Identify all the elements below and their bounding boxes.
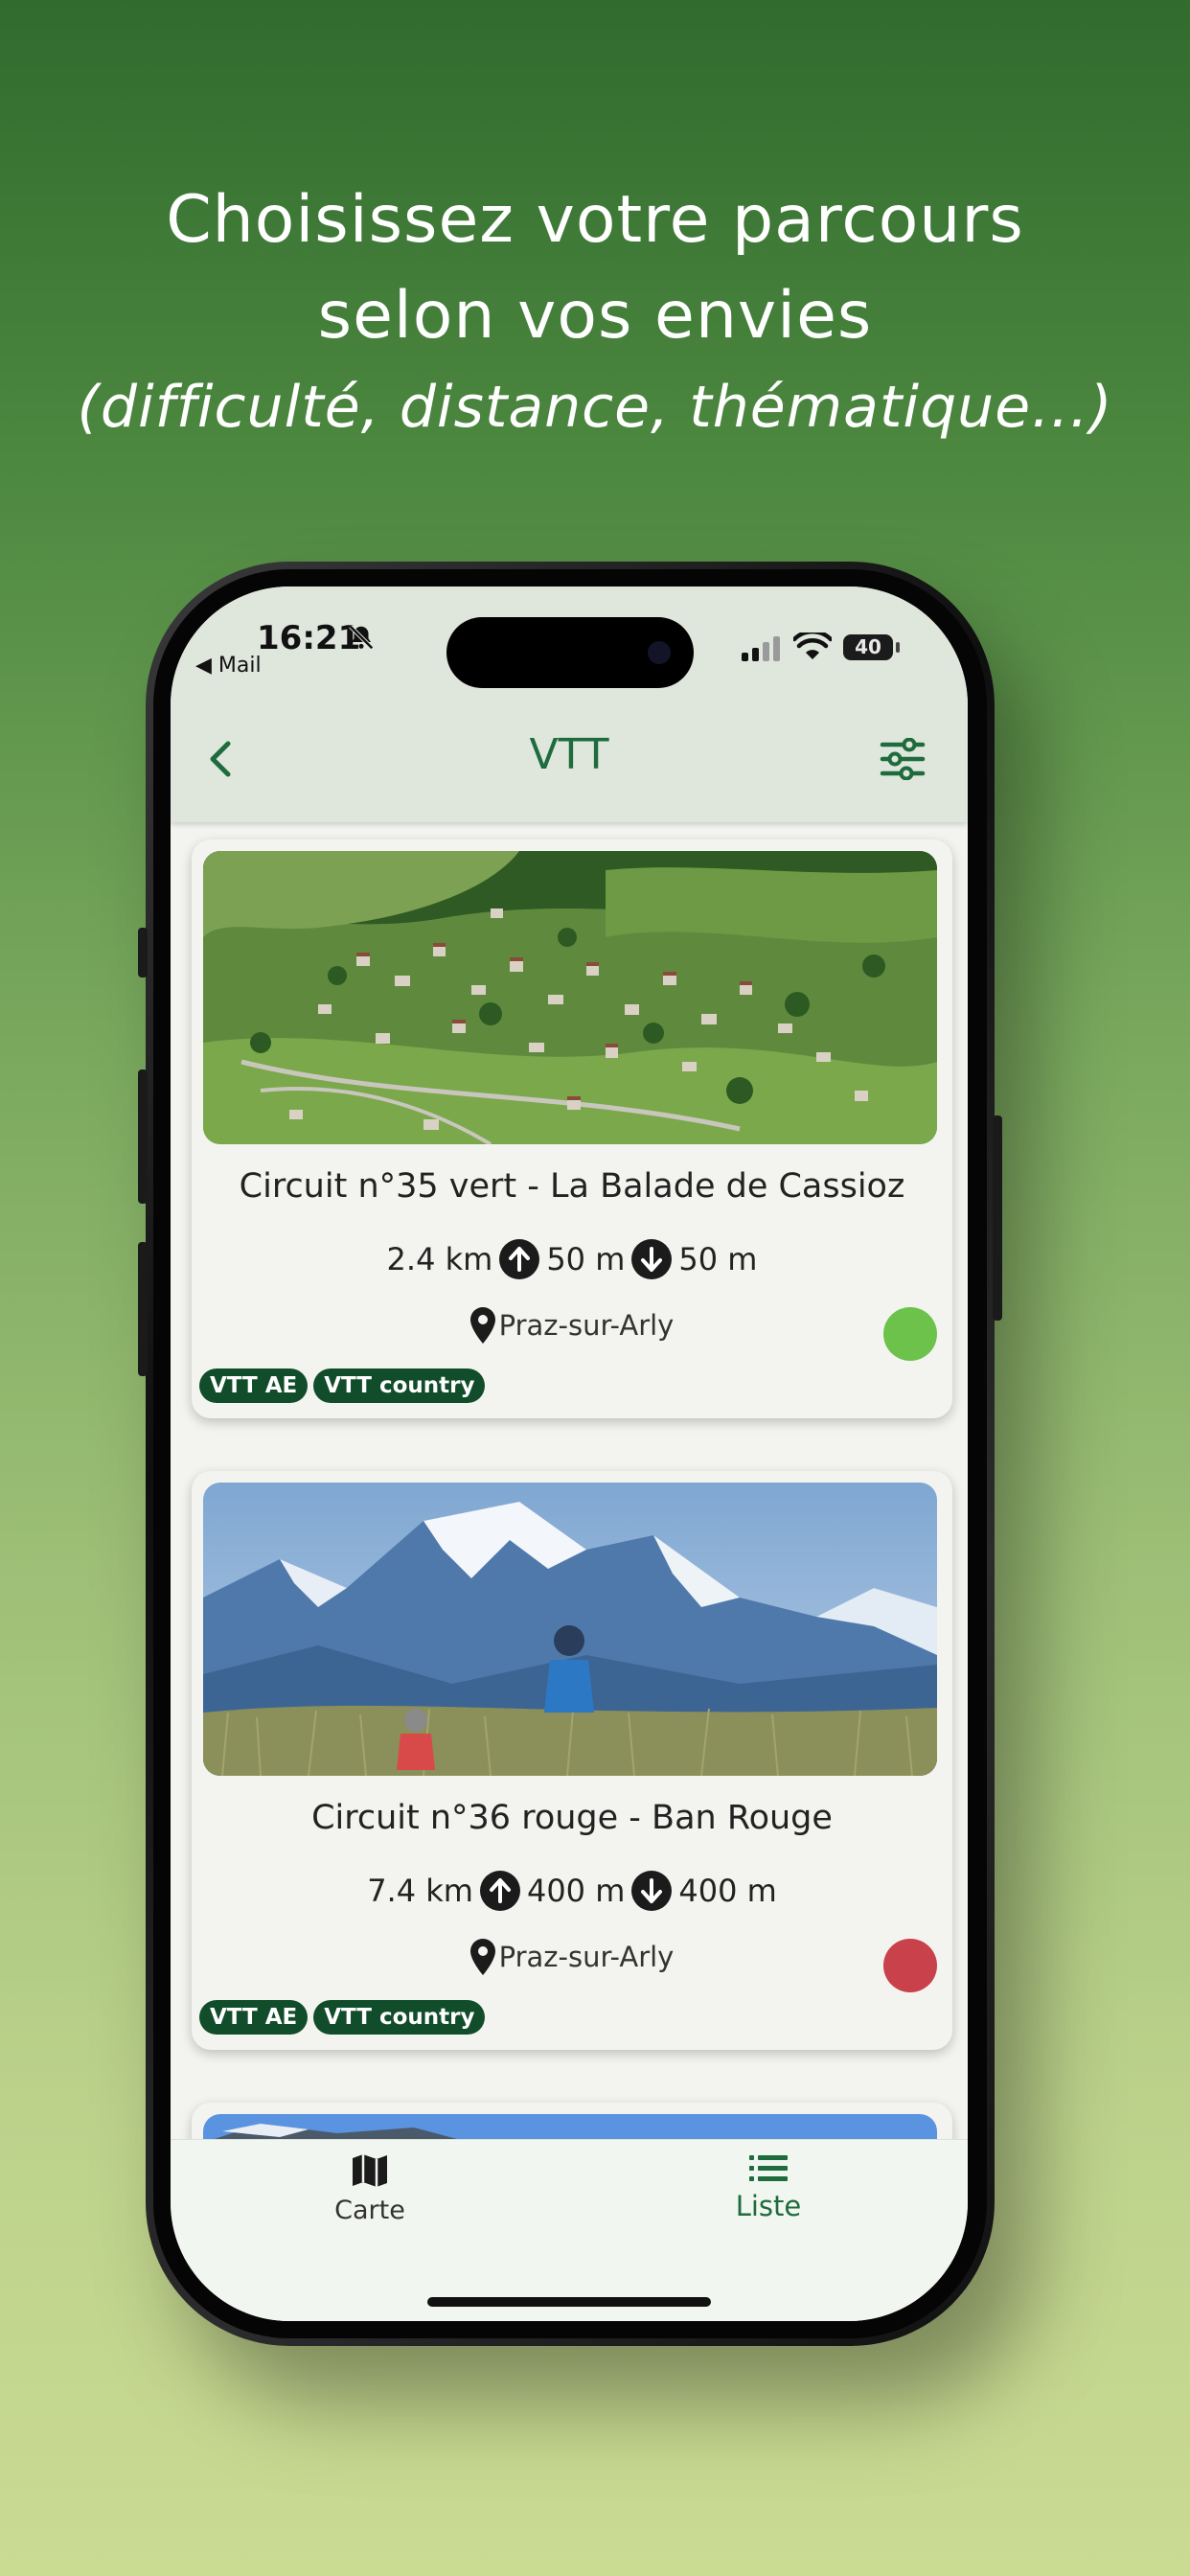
route-tags: VTT AE VTT country (199, 2000, 486, 2035)
phone-volume-down-button (138, 1242, 148, 1376)
route-stats: 7.4 km 400 m 400 m (192, 1870, 952, 1912)
route-photo-village (203, 851, 937, 1144)
route-ascent: 400 m (526, 1873, 626, 1909)
promo-headline-subtitle: (difficulté, distance, thématique…) (77, 374, 1113, 441)
app-header: 16:21 ◀ Mail 40 VTT (171, 586, 968, 822)
ascent-arrow-up-icon (499, 1239, 540, 1279)
route-photo-mountain-biker (203, 1483, 937, 1776)
promo-headline-line1: Choisissez votre parcours (166, 182, 1024, 258)
descent-arrow-down-icon (631, 1239, 673, 1279)
tab-liste-label: Liste (735, 2190, 802, 2222)
battery-tip (896, 642, 900, 653)
route-title: Circuit n°36 rouge - Ban Rouge (311, 1799, 833, 1837)
home-indicator[interactable] (427, 2297, 711, 2307)
back-to-mail-link[interactable]: ◀ Mail (195, 654, 262, 678)
route-card[interactable]: Circuit n°35 vert - La Balade de Cassioz… (192, 840, 952, 1418)
ascent-arrow-up-icon (479, 1871, 520, 1911)
phone-action-button (138, 928, 148, 978)
route-stats: 2.4 km 50 m 50 m (192, 1238, 952, 1280)
route-distance: 2.4 km (386, 1241, 493, 1277)
route-photo-partial (203, 2114, 937, 2139)
tag-badge: VTT country (313, 1368, 486, 1403)
phone-power-button (993, 1116, 1002, 1321)
route-ascent: 50 m (546, 1241, 626, 1277)
route-list[interactable]: Circuit n°35 vert - La Balade de Cassioz… (171, 822, 968, 2139)
route-distance: 7.4 km (367, 1873, 473, 1909)
route-location-label: Praz-sur-Arly (498, 1309, 675, 1342)
dynamic-island (446, 617, 694, 688)
status-time: 16:21 (257, 619, 361, 657)
route-descent: 400 m (678, 1873, 777, 1909)
wifi-icon (793, 632, 832, 659)
bottom-tab-bar: Carte Liste (171, 2139, 968, 2321)
location-pin-icon (469, 1939, 495, 1975)
route-descent: 50 m (678, 1241, 758, 1277)
difficulty-indicator (883, 1307, 937, 1361)
promo-headline-line2: selon vos envies (317, 278, 873, 354)
phone-volume-up-button (138, 1070, 148, 1204)
tab-carte[interactable]: Carte (274, 2151, 466, 2225)
route-title: Circuit n°35 vert - La Balade de Cassioz (239, 1167, 905, 1206)
tag-badge: VTT country (313, 2000, 486, 2035)
route-location: Praz-sur-Arly (192, 1939, 952, 1975)
route-card[interactable] (192, 2103, 952, 2139)
phone-screen: 16:21 ◀ Mail 40 VTT Circuit n°35 vert - … (171, 586, 968, 2321)
route-tags: VTT AE VTT country (199, 1368, 486, 1403)
location-pin-icon (469, 1307, 495, 1344)
tag-badge: VTT AE (199, 1368, 309, 1403)
tab-carte-label: Carte (334, 2196, 405, 2225)
cellular-signal-icon (742, 636, 780, 661)
sliders-icon[interactable] (880, 738, 926, 780)
route-location-label: Praz-sur-Arly (498, 1941, 675, 1973)
battery-indicator: 40 (843, 634, 893, 660)
map-icon (353, 2154, 387, 2187)
descent-arrow-down-icon (631, 1871, 673, 1911)
route-location: Praz-sur-Arly (192, 1307, 952, 1344)
bell-muted-icon (349, 625, 374, 650)
page-title: VTT (529, 730, 609, 779)
list-icon (749, 2155, 788, 2181)
tab-liste[interactable]: Liste (673, 2151, 864, 2222)
tag-badge: VTT AE (199, 2000, 309, 2035)
route-card[interactable]: Circuit n°36 rouge - Ban Rouge 7.4 km 40… (192, 1471, 952, 2050)
difficulty-indicator (883, 1939, 937, 1992)
